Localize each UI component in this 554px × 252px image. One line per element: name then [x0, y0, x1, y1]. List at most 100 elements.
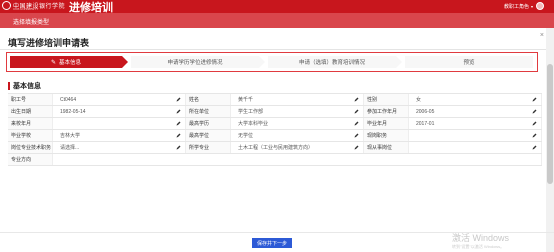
user-menu[interactable]: 教职工角色 ▾ [504, 2, 544, 10]
pencil-icon[interactable] [354, 97, 359, 102]
form-row: 出生日期 1982-05-14 所在单位 学生工作部 参加工作年月 2006-0… [8, 106, 542, 118]
field-label: 毕业年月 [364, 118, 409, 129]
basic-info-form: 职工号 Ct0464 姓名 黄千千 性别 女 出生日期 1982-05-14 所… [8, 93, 542, 166]
form-row: 来校年月 最高学历 大学本科毕业 毕业年月 2017-01 [8, 118, 542, 130]
step-preview[interactable]: 预览 [405, 56, 533, 68]
university-logo-icon [2, 1, 11, 10]
application-form-modal: 填写进修培训申请表 × ✎ 基本信息 申请学历学位进修情况 申请（选填）教育培训… [0, 28, 546, 252]
field-label: 出生日期 [8, 106, 53, 117]
step-label: 基本信息 [59, 60, 82, 66]
pencil-icon[interactable] [354, 133, 359, 138]
divider [0, 49, 546, 50]
field-label: 所在单位 [186, 106, 231, 117]
pencil-icon[interactable] [354, 109, 359, 114]
graduation-date-field[interactable]: 2017-01 [409, 118, 542, 129]
pencil-icon[interactable] [532, 121, 537, 126]
progress-stepper: ✎ 基本信息 申请学历学位进修情况 申请（选填）教育培训情况 预览 [6, 52, 538, 72]
employee-id-field[interactable]: Ct0464 [53, 94, 186, 105]
form-row: 专业方向 [8, 154, 542, 166]
modal-title: 填写进修培训申请表 [8, 38, 90, 48]
field-label: 所学专业 [186, 142, 231, 153]
save-and-next-button[interactable]: 保存并下一步 [252, 238, 292, 248]
field-label: 性别 [364, 94, 409, 105]
field-label: 现从事岗位 [364, 142, 409, 153]
pencil-icon[interactable] [532, 145, 537, 150]
sub-navigation-bar: 选择填报类型 [0, 13, 554, 28]
name-field[interactable]: 黄千千 [231, 94, 364, 105]
specialty-direction-field[interactable] [53, 154, 542, 165]
field-value: 吉林大学 [60, 133, 81, 139]
form-row: 岗位专业技术职务 请选择... 所学专业 土木工程（工业与民用建筑方向） 现从事… [8, 142, 542, 154]
step-education-training[interactable]: 申请（选填）教育培训情况 [268, 56, 396, 68]
professional-title-select[interactable]: 请选择... [53, 142, 186, 153]
field-label: 岗位专业技术职务 [8, 142, 53, 153]
scrollbar-thumb[interactable] [547, 64, 553, 184]
step-arrow [259, 56, 265, 68]
pencil-icon[interactable] [532, 97, 537, 102]
section-title: 基本信息 [13, 83, 41, 90]
pencil-icon: ✎ [50, 59, 56, 66]
field-label: 毕业学校 [8, 130, 53, 141]
field-value: 2006-05 [416, 108, 435, 115]
birth-date-field[interactable]: 1982-05-14 [53, 106, 186, 117]
field-label: 职工号 [8, 94, 53, 105]
highest-education-field[interactable]: 大学本科毕业 [231, 118, 364, 129]
pencil-icon[interactable] [176, 97, 181, 102]
department-field[interactable]: 学生工作部 [231, 106, 364, 117]
field-label: 最高学位 [186, 130, 231, 141]
field-value: 1982-05-14 [60, 108, 86, 115]
current-position-field[interactable] [409, 142, 542, 153]
pencil-icon[interactable] [354, 145, 359, 150]
work-start-date-field[interactable]: 2006-05 [409, 106, 542, 117]
pencil-icon[interactable] [176, 133, 181, 138]
field-value: 2017-01 [416, 120, 435, 127]
pencil-icon[interactable] [176, 109, 181, 114]
highest-degree-field[interactable]: 无学位 [231, 130, 364, 141]
field-value: 请选择... [60, 145, 80, 151]
step-label: 申请学历学位进修情况 [167, 60, 223, 66]
field-value: 大学本科毕业 [238, 121, 269, 127]
field-label: 专业方向 [8, 154, 53, 165]
field-label: 参加工作年月 [364, 106, 409, 117]
step-arrow [396, 56, 402, 68]
field-value: Ct0464 [60, 96, 77, 103]
field-label: 姓名 [186, 94, 231, 105]
graduated-school-field[interactable]: 吉林大学 [53, 130, 186, 141]
windows-activation-hint: 转到"设置"以激活 Windows。 [452, 244, 505, 249]
current-post-field[interactable] [409, 130, 542, 141]
scrollbar[interactable] [546, 28, 554, 252]
logo-english-text: CCB UNIVERSITY [13, 7, 39, 11]
form-row: 毕业学校 吉林大学 最高学位 无学位 现岗职务 [8, 130, 542, 142]
section-header: 基本信息 [8, 81, 41, 91]
major-field[interactable]: 土木工程（工业与民用建筑方向） [231, 142, 364, 153]
field-label: 最高学历 [186, 118, 231, 129]
field-value: 学生工作部 [238, 109, 264, 115]
field-label: 现岗职务 [364, 130, 409, 141]
pencil-icon[interactable] [532, 133, 537, 138]
close-icon[interactable]: × [540, 32, 544, 39]
pencil-icon[interactable] [176, 121, 181, 126]
field-value: 黄千千 [238, 97, 254, 103]
step-basic-info[interactable]: ✎ 基本信息 [10, 56, 122, 68]
windows-activation-watermark: 激活 Windows [452, 233, 510, 243]
step-label: 申请（选填）教育培训情况 [298, 60, 365, 66]
field-label: 来校年月 [8, 118, 53, 129]
form-row: 职工号 Ct0464 姓名 黄千千 性别 女 [8, 94, 542, 106]
field-value: 女 [416, 97, 422, 103]
avatar[interactable] [536, 2, 544, 10]
section-accent-bar [8, 82, 10, 90]
pencil-icon[interactable] [354, 121, 359, 126]
step-label: 预览 [463, 60, 475, 66]
select-report-type-link[interactable]: 选择填报类型 [13, 17, 49, 26]
gender-field[interactable]: 女 [409, 94, 542, 105]
pencil-icon[interactable] [532, 109, 537, 114]
field-value: 无学位 [238, 133, 254, 139]
chevron-down-icon[interactable]: ▾ [531, 4, 533, 9]
pencil-icon[interactable] [176, 145, 181, 150]
user-role-label[interactable]: 教职工角色 [504, 3, 529, 10]
step-arrow [122, 56, 128, 68]
top-header-bar: 中国建设银行学院 CCB UNIVERSITY 进修培训 教职工角色 ▾ [0, 0, 554, 14]
field-value: 土木工程（工业与民用建筑方向） [238, 145, 314, 151]
join-date-field[interactable] [53, 118, 186, 129]
step-degree-study[interactable]: 申请学历学位进修情况 [131, 56, 259, 68]
